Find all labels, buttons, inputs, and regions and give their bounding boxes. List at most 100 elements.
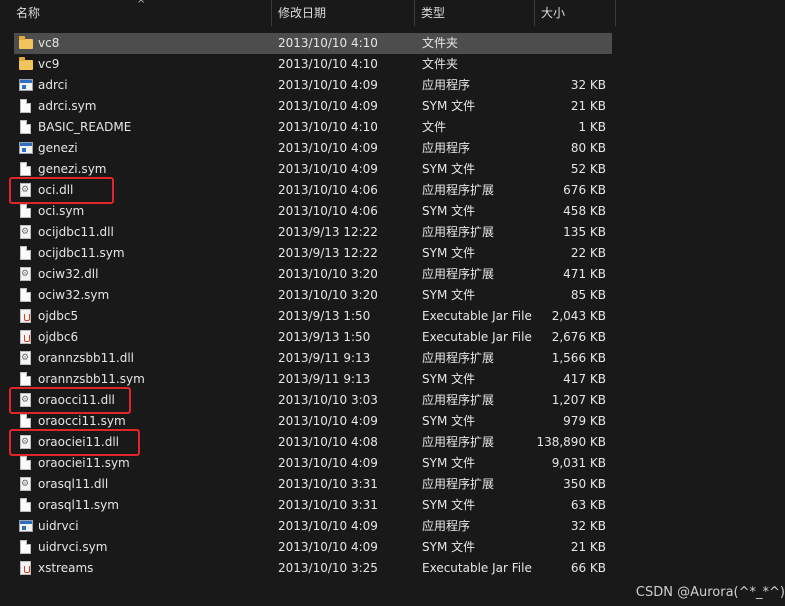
file-row[interactable]: ocijdbc11.sym 2013/9/13 12:22 SYM 文件 22 KB: [14, 243, 612, 264]
file-name: ocijdbc11.dll: [38, 225, 114, 239]
file-name: orasql11.dll: [38, 477, 109, 491]
file-row[interactable]: ojdbc5 2013/9/13 1:50 Executable Jar File 2…: [14, 306, 612, 327]
folder-icon: [19, 36, 33, 51]
file-size: 9,031 KB: [551, 456, 606, 470]
file-size: 22 KB: [570, 246, 606, 260]
file-modified-date: 2013/10/10 3:31: [278, 498, 378, 512]
file-size: 1,207 KB: [551, 393, 606, 407]
file-name: ociw32.sym: [38, 288, 110, 302]
file-modified-date: 2013/10/10 3:20: [278, 288, 378, 302]
file-modified-date: 2013/9/13 12:22: [278, 225, 378, 239]
file-type: 应用程序扩展: [422, 393, 495, 407]
file-modified-date: 2013/9/11 9:13: [278, 372, 371, 386]
file-name: oci.sym: [38, 204, 85, 218]
file-size: 2,043 KB: [551, 309, 606, 323]
file-name: ojdbc6: [38, 330, 79, 344]
file-name: ocijdbc11.sym: [38, 246, 125, 260]
file-modified-date: 2013/10/10 3:03: [278, 393, 378, 407]
file-type: 文件: [422, 120, 447, 134]
file-type: 应用程序扩展: [422, 225, 495, 239]
file-row[interactable]: ojdbc6 2013/9/13 1:50 Executable Jar File 2…: [14, 327, 612, 348]
file-modified-date: 2013/10/10 4:06: [278, 204, 378, 218]
file-type: 应用程序扩展: [422, 351, 495, 365]
file-type: 应用程序扩展: [422, 435, 495, 449]
file-row[interactable]: vc8 2013/10/10 4:10 文件夹: [14, 33, 612, 54]
file-type: SYM 文件: [422, 162, 476, 176]
file-type: SYM 文件: [422, 246, 476, 260]
file-type: SYM 文件: [422, 456, 476, 470]
file-size: 66 KB: [570, 561, 606, 575]
file-modified-date: 2013/9/13 1:50: [278, 309, 371, 323]
highlight-box: [9, 387, 131, 414]
file-icon: [19, 162, 33, 177]
file-modified-date: 2013/10/10 4:08: [278, 435, 378, 449]
file-modified-date: 2013/10/10 3:25: [278, 561, 378, 575]
file-list: vc8 2013/10/10 4:10 文件夹 vc9 2013/10/10 4:10 文…: [14, 33, 612, 579]
file-modified-date: 2013/10/10 4:10: [278, 120, 378, 134]
file-type: 应用程序扩展: [422, 267, 495, 281]
file-row[interactable]: ocijdbc11.dll 2013/9/13 12:22 应用程序扩展 135 KB: [14, 222, 612, 243]
file-row[interactable]: BASIC_README 2013/10/10 4:10 文件 1 KB: [14, 117, 612, 138]
file-row[interactable]: orasql11.dll 2013/10/10 3:31 应用程序扩展 350 KB: [14, 474, 612, 495]
file-row[interactable]: orannzsbb11.dll 2013/9/11 9:13 应用程序扩展 1,566…: [14, 348, 612, 369]
file-row[interactable]: oci.sym 2013/10/10 4:06 SYM 文件 458 KB: [14, 201, 612, 222]
dll-icon: [19, 351, 33, 366]
file-icon: [19, 99, 33, 114]
file-modified-date: 2013/10/10 4:10: [278, 36, 378, 50]
file-name: orasql11.sym: [38, 498, 119, 512]
file-row[interactable]: vc9 2013/10/10 4:10 文件夹: [14, 54, 612, 75]
file-row[interactable]: uidrvci 2013/10/10 4:09 应用程序 32 KB: [14, 516, 612, 537]
column-header-bar: 名称 ^ 修改日期 类型 大小: [0, 0, 785, 26]
jar-icon: [19, 561, 33, 576]
file-row[interactable]: ociw32.sym 2013/10/10 3:20 SYM 文件 85 KB: [14, 285, 612, 306]
file-icon: [19, 456, 33, 471]
file-type: 应用程序: [422, 519, 471, 533]
file-size: 63 KB: [570, 498, 606, 512]
file-name: vc9: [38, 57, 60, 71]
jar-icon: [19, 309, 33, 324]
file-size: 32 KB: [570, 78, 606, 92]
file-row[interactable]: oraociei11.sym 2013/10/10 4:09 SYM 文件 9,031…: [14, 453, 612, 474]
file-modified-date: 2013/10/10 4:09: [278, 141, 378, 155]
file-row[interactable]: ociw32.dll 2013/10/10 3:20 应用程序扩展 471 KB: [14, 264, 612, 285]
file-name: xstreams: [38, 561, 94, 575]
file-size: 85 KB: [570, 288, 606, 302]
highlight-box: [9, 177, 114, 204]
file-row[interactable]: genezi 2013/10/10 4:09 应用程序 80 KB: [14, 138, 612, 159]
file-name: ojdbc5: [38, 309, 79, 323]
file-size: 138,890 KB: [536, 435, 606, 449]
dll-icon: [19, 267, 33, 282]
file-size: 21 KB: [570, 540, 606, 554]
file-icon: [19, 204, 33, 219]
file-modified-date: 2013/10/10 4:06: [278, 183, 378, 197]
file-icon: [19, 414, 33, 429]
file-size: 1,566 KB: [551, 351, 606, 365]
file-row[interactable]: orasql11.sym 2013/10/10 3:31 SYM 文件 63 KB: [14, 495, 612, 516]
file-modified-date: 2013/10/10 4:09: [278, 99, 378, 113]
file-size: 458 KB: [563, 204, 606, 218]
file-type: SYM 文件: [422, 372, 476, 386]
file-type: Executable Jar File: [422, 330, 532, 344]
file-size: 32 KB: [570, 519, 606, 533]
file-type: Executable Jar File: [422, 561, 532, 575]
file-size: 1 KB: [578, 120, 606, 134]
file-name: vc8: [38, 36, 60, 50]
file-row[interactable]: adrci 2013/10/10 4:09 应用程序 32 KB: [14, 75, 612, 96]
file-type: 应用程序扩展: [422, 477, 495, 491]
file-name: adrci: [38, 78, 68, 92]
column-header-date[interactable]: 修改日期: [272, 0, 415, 26]
file-row[interactable]: adrci.sym 2013/10/10 4:09 SYM 文件 21 KB: [14, 96, 612, 117]
file-modified-date: 2013/10/10 4:09: [278, 78, 378, 92]
file-size: 979 KB: [563, 414, 606, 428]
file-modified-date: 2013/10/10 3:20: [278, 267, 378, 281]
file-row[interactable]: uidrvci.sym 2013/10/10 4:09 SYM 文件 21 KB: [14, 537, 612, 558]
file-size: 2,676 KB: [551, 330, 606, 344]
file-size: 135 KB: [563, 225, 606, 239]
file-name: adrci.sym: [38, 99, 97, 113]
application-icon: [19, 141, 33, 156]
file-row[interactable]: xstreams 2013/10/10 3:25 Executable Jar Fi…: [14, 558, 612, 579]
column-header-type[interactable]: 类型: [415, 0, 535, 26]
sort-ascending-icon: ^: [137, 0, 146, 10]
column-header-size[interactable]: 大小: [535, 0, 616, 26]
file-icon: [19, 498, 33, 513]
